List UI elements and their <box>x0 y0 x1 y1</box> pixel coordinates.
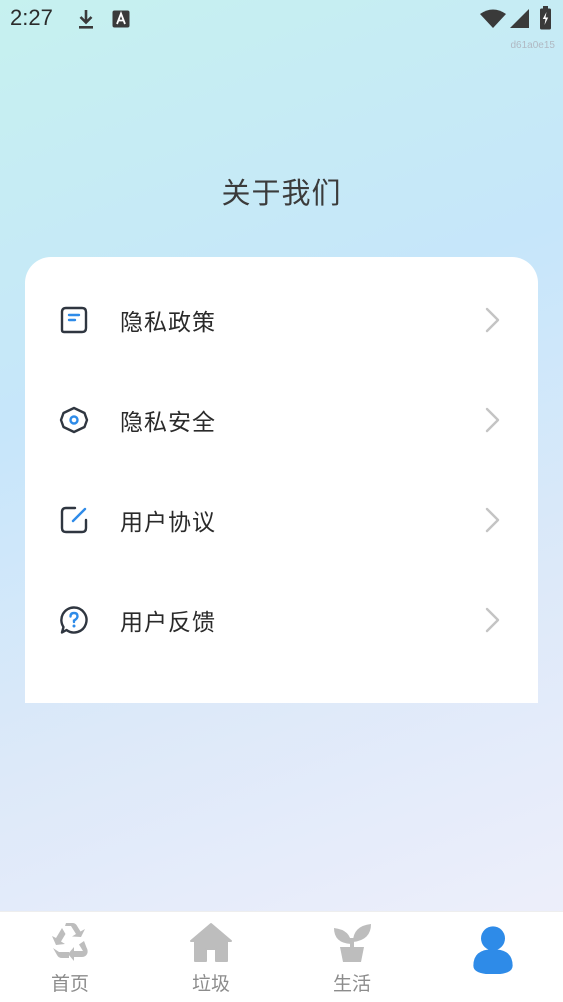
menu-item-privacy-security[interactable]: 隐私安全 <box>25 372 538 472</box>
menu-item-label: 用户协议 <box>120 510 216 536</box>
plant-icon <box>334 924 371 962</box>
bottom-tab-bar: 首页 垃圾 生活 <box>0 911 563 1002</box>
page-title: 关于我们 <box>221 176 342 210</box>
chevron-right-icon <box>485 407 500 433</box>
tab-label: 首页 <box>50 973 89 995</box>
screen: 2:27 d61a0e15 关于我们 隐私政策 隐私安全 用户协议 用户反馈 首… <box>0 0 563 1002</box>
chevron-right-icon <box>485 507 500 533</box>
download-icon <box>79 10 93 29</box>
tab-label: 垃圾 <box>191 973 230 995</box>
device-id-label: d61a0e15 <box>510 40 556 51</box>
menu-item-label: 用户反馈 <box>120 610 216 636</box>
user-icon <box>473 926 513 974</box>
status-time: 2:27 <box>10 5 53 30</box>
battery-icon <box>540 6 551 30</box>
menu-item-label: 隐私安全 <box>120 410 216 436</box>
status-bar: 2:27 <box>0 0 563 40</box>
tab-life[interactable]: 生活 <box>282 912 422 1002</box>
edit-icon <box>60 506 88 534</box>
chevron-right-icon <box>485 607 500 633</box>
wifi-icon <box>480 9 506 28</box>
menu-item-privacy-policy[interactable]: 隐私政策 <box>25 272 538 372</box>
chevron-right-icon <box>485 307 500 333</box>
home-icon <box>190 923 232 962</box>
tab-home[interactable]: 首页 <box>0 912 140 1002</box>
recycle-icon <box>52 923 88 961</box>
tab-label: 生活 <box>332 973 371 995</box>
menu-item-label: 隐私政策 <box>120 310 216 336</box>
tab-garbage[interactable]: 垃圾 <box>141 912 281 1002</box>
cell-signal-icon <box>510 9 529 28</box>
keyboard-input-icon <box>112 10 130 28</box>
shield-icon <box>59 406 89 434</box>
about-menu-card: 隐私政策 隐私安全 用户协议 用户反馈 <box>25 257 538 703</box>
menu-item-user-feedback[interactable]: 用户反馈 <box>25 572 538 672</box>
help-icon <box>60 606 88 634</box>
tab-profile[interactable] <box>423 912 563 1002</box>
menu-item-user-agreement[interactable]: 用户协议 <box>25 472 538 572</box>
document-icon <box>60 306 88 334</box>
